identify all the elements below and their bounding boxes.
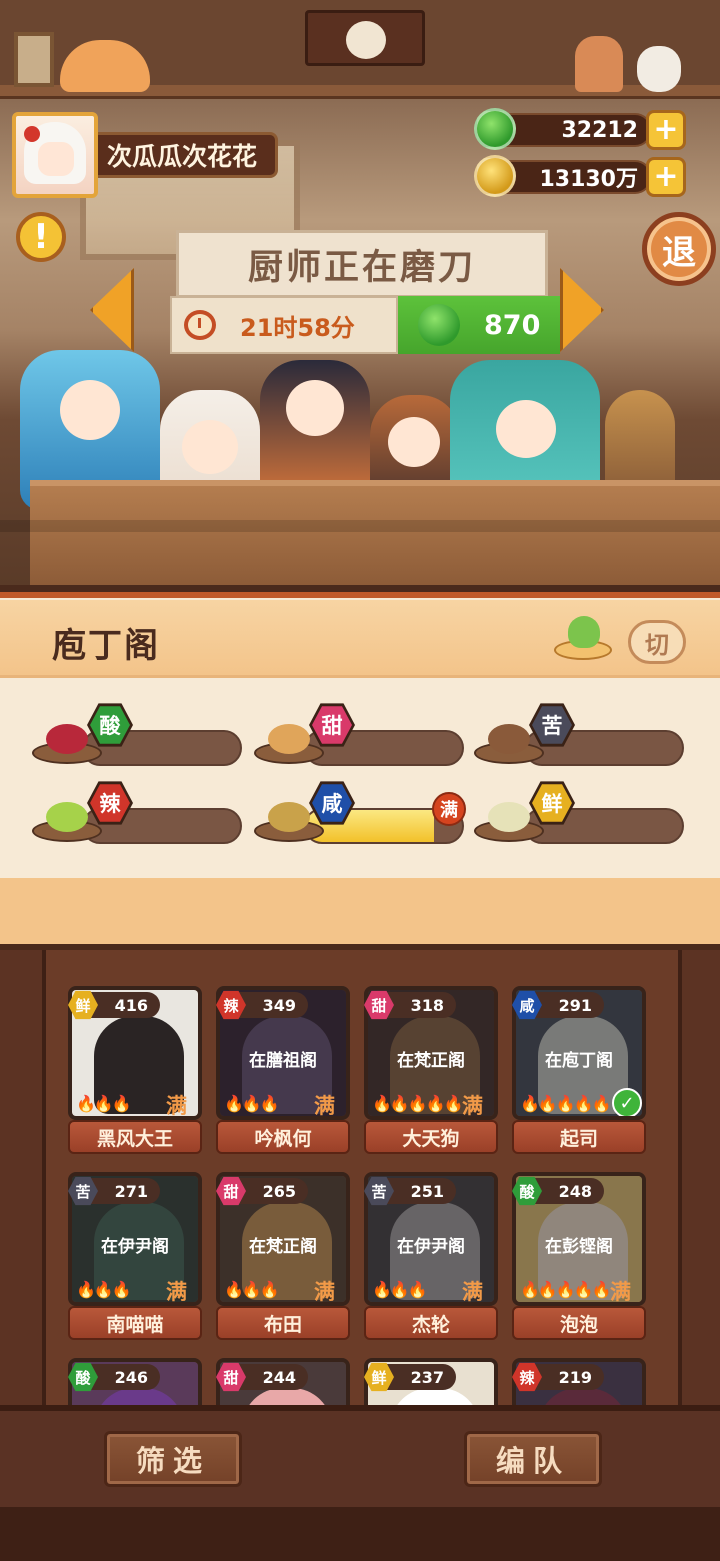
player-name: 次瓜瓜次花花 [107, 142, 258, 171]
chef-card[interactable]: 在梵正阁 🔥🔥🔥🔥🔥 满 318 甜 大天狗 [364, 986, 498, 1156]
chef-card[interactable]: 在庖丁阁 🔥🔥🔥🔥🔥 ✓ 291 咸 起司 [512, 986, 646, 1156]
chef-nameplate: 大天狗 [364, 1120, 498, 1154]
chef-full-badge: 满 [314, 1280, 335, 1304]
player-info[interactable]: 次瓜瓜次花花 [12, 112, 279, 198]
chef-stars: 🔥🔥🔥 [76, 1094, 132, 1113]
chef-nameplate: 起司 [512, 1120, 646, 1154]
chef-full-badge: 满 [462, 1280, 483, 1304]
prev-kitchen-arrow-icon[interactable] [90, 268, 134, 352]
restaurant-scene: 次瓜瓜次花花 32212 + 13130万 + ! 退 厨师正在磨刀 21时58… [0, 0, 720, 585]
status-sign: 厨师正在磨刀 [176, 230, 548, 298]
chef-card[interactable]: 244 甜 [216, 1358, 350, 1405]
chef-status: 在彭铿阁 [545, 1237, 613, 1257]
player-name-plate: 次瓜瓜次花花 [92, 132, 279, 178]
chef-nameplate: 杰轮 [364, 1306, 498, 1340]
flavor-meter: 酸 [32, 703, 244, 768]
chef-name: 杰轮 [411, 1313, 450, 1336]
chef-stars: 🔥🔥🔥 [224, 1094, 280, 1113]
add-jade-button[interactable]: + [646, 110, 686, 150]
chef-card[interactable]: 在梵正阁 🔥🔥🔥 满 265 甜 布田 [216, 1172, 350, 1342]
chef-card[interactable]: 在伊尹阁 🔥🔥🔥 满 271 苦 南喵喵 [68, 1172, 202, 1342]
chef-status: 在梵正阁 [249, 1237, 317, 1257]
chef-card[interactable]: 在彭铿阁 🔥🔥🔥🔥🔥 满 248 酸 泡泡 [512, 1172, 646, 1342]
kitchen-panel: 庖丁阁 切 酸 甜 苦 辣 咸 满 鲜 [0, 592, 720, 944]
chef-full-badge: 满 [610, 1280, 631, 1304]
chef-name: 吟枫何 [254, 1127, 312, 1150]
chef-nameplate: 南喵喵 [68, 1306, 202, 1340]
coin-currency: 13130万 + [474, 155, 686, 197]
chef-name: 泡泡 [559, 1313, 598, 1336]
cat-decoration [60, 40, 150, 92]
speedup-button[interactable]: 870 [398, 296, 560, 354]
flavor-meter: 甜 [254, 703, 466, 768]
remaining-time: 21时58分 [240, 313, 355, 342]
jade-icon [418, 304, 460, 346]
next-kitchen-arrow-icon[interactable] [560, 268, 604, 352]
flavor-meter: 鲜 [474, 781, 686, 846]
chef-stars: 🔥🔥🔥 [224, 1280, 280, 1299]
chef-status: 在伊尹阁 [101, 1237, 169, 1257]
chef-full-badge: 满 [314, 1094, 335, 1118]
npc-decoration [575, 30, 685, 92]
chef-status: 在庖丁阁 [545, 1051, 613, 1071]
timer-bar: 21时58分 870 [170, 296, 560, 354]
chef-full-badge: 满 [166, 1280, 187, 1304]
flavor-meter: 咸 满 [254, 781, 466, 846]
chef-name: 黑风大王 [96, 1127, 173, 1150]
chef-name: 布田 [263, 1313, 302, 1336]
alarm-clock-icon [184, 310, 216, 340]
chef-full-badge: 满 [166, 1094, 187, 1118]
chef-card[interactable]: 🔥🔥🔥 满 416 鲜 黑风大王 [68, 986, 202, 1156]
chef-name: 南喵喵 [106, 1313, 164, 1336]
jade-amount: 32212 [561, 117, 638, 143]
hanging-sign [305, 10, 425, 66]
chef-stars: 🔥🔥🔥🔥🔥 [520, 1094, 612, 1113]
selected-check-icon: ✓ [612, 1088, 642, 1116]
chef-card[interactable]: 219 辣 [512, 1358, 646, 1405]
chef-name: 大天狗 [402, 1127, 460, 1150]
chef-nameplate: 黑风大王 [68, 1120, 202, 1154]
chef-stars: 🔥🔥🔥🔥🔥 [520, 1280, 612, 1299]
chef-status: 在梵正阁 [397, 1051, 465, 1071]
add-coin-button[interactable]: + [646, 157, 686, 197]
player-avatar[interactable] [12, 112, 98, 198]
switch-button[interactable]: 切 [628, 620, 686, 664]
status-title: 厨师正在磨刀 [247, 247, 476, 288]
filter-button[interactable]: 筛选 [104, 1431, 242, 1487]
team-button[interactable]: 编队 [464, 1431, 602, 1487]
bottom-bar: 筛选 编队 [0, 1405, 720, 1561]
jade-icon [474, 108, 516, 150]
picture-frame-deco [14, 32, 54, 87]
chef-nameplate: 布田 [216, 1306, 350, 1340]
chef-status: 在伊尹阁 [397, 1237, 465, 1257]
flavor-meter: 苦 [474, 703, 686, 768]
vegetable-plate-icon [554, 616, 612, 662]
exit-button[interactable]: 退 [642, 212, 716, 286]
jade-currency: 32212 + [474, 108, 686, 150]
chef-name: 起司 [559, 1127, 598, 1150]
speedup-cost: 870 [484, 309, 541, 341]
flavor-meter: 辣 [32, 781, 244, 846]
kitchen-counter [30, 480, 720, 585]
chef-status: 在膳祖阁 [249, 1051, 317, 1071]
full-badge: 满 [432, 792, 466, 826]
chef-full-badge: 满 [462, 1094, 483, 1118]
chef-stars: 🔥🔥🔥 [76, 1280, 132, 1299]
notice-exclamation-icon[interactable]: ! [16, 212, 66, 262]
chef-stars: 🔥🔥🔥 [372, 1280, 428, 1299]
chef-card[interactable]: 246 酸 [68, 1358, 202, 1405]
chef-nameplate: 泡泡 [512, 1306, 646, 1340]
chef-card[interactable]: 在膳祖阁 🔥🔥🔥 满 349 辣 吟枫何 [216, 986, 350, 1156]
chef-card[interactable]: 在伊尹阁 🔥🔥🔥 满 251 苦 杰轮 [364, 1172, 498, 1342]
kitchen-name: 庖丁阁 [52, 626, 160, 666]
chef-stars: 🔥🔥🔥🔥🔥 [372, 1094, 464, 1113]
chef-nameplate: 吟枫何 [216, 1120, 350, 1154]
coin-icon [474, 155, 516, 197]
chef-list[interactable]: 🔥🔥🔥 满 416 鲜 黑风大王 在膳祖阁 🔥🔥🔥 满 349 辣 吟枫何 在梵… [0, 950, 720, 1405]
coin-amount: 13130万 [539, 167, 638, 192]
chef-card[interactable]: 237 鲜 [364, 1358, 498, 1405]
